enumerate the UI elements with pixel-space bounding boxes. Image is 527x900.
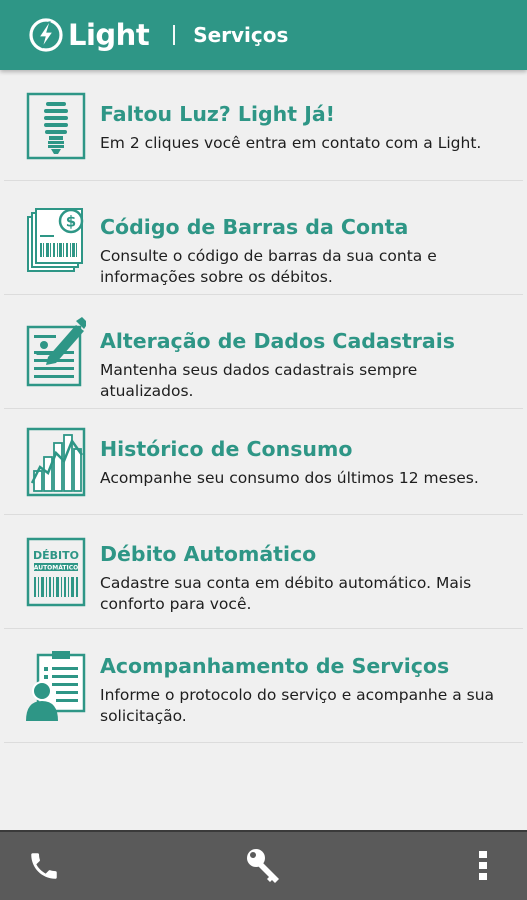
service-title: Código de Barras da Conta <box>100 215 409 239</box>
service-description: Em 2 cliques você entra em contato com a… <box>100 134 482 152</box>
service-item-historico-consumo[interactable]: Histórico de Consumo Acompanhe seu consu… <box>4 409 523 515</box>
overflow-menu-icon <box>479 851 487 880</box>
service-description: Informe o protocolo do serviço e acompan… <box>100 686 495 725</box>
auto-debit-icon: DÉBITO AUTOMÁTICO <box>26 537 86 607</box>
service-title: Acompanhamento de Serviços <box>100 654 450 678</box>
brand-name: Light <box>68 18 150 52</box>
bar-chart-icon <box>26 427 86 497</box>
edit-form-icon <box>26 317 86 387</box>
barcode-bill-icon: $ <box>27 208 84 272</box>
brand-logo: Light <box>28 15 150 55</box>
service-text: Faltou Luz? Light Já! Em 2 cliques você … <box>100 70 493 154</box>
lightbulb-icon <box>26 92 86 160</box>
service-text: Código de Barras da Conta Consulte o cód… <box>100 181 523 288</box>
service-text: Débito Automático Cadastre sua conta em … <box>100 515 523 615</box>
service-item-debito-automatico[interactable]: DÉBITO AUTOMÁTICO Débito Automático Cada… <box>4 515 523 629</box>
service-description: Acompanhe seu consumo dos últimos 12 mes… <box>100 469 479 487</box>
clipboard-person-icon <box>26 651 86 721</box>
bottom-action-bar <box>0 830 527 900</box>
phone-icon <box>31 853 57 879</box>
service-title: Alteração de Dados Cadastrais <box>100 329 455 353</box>
app-screen: Light Serviços Faltou Luz? Light Já! Em … <box>0 0 527 900</box>
service-item-faltou-luz[interactable]: Faltou Luz? Light Já! Em 2 cliques você … <box>4 70 523 181</box>
service-text: Histórico de Consumo Acompanhe seu consu… <box>100 409 491 489</box>
service-item-acompanhamento[interactable]: Acompanhamento de Serviços Informe o pro… <box>4 629 523 743</box>
lightning-logo-icon <box>29 18 63 52</box>
call-button[interactable] <box>0 831 88 900</box>
page-title: Serviços <box>193 23 289 47</box>
service-item-codigo-barras[interactable]: $ Código de Barras da Conta Consulte o c… <box>4 181 523 295</box>
service-title: Débito Automático <box>100 542 317 566</box>
icon-text-bottom: AUTOMÁTICO <box>34 565 79 572</box>
icon-text-top: DÉBITO <box>33 549 79 562</box>
service-title: Faltou Luz? Light Já! <box>100 102 335 126</box>
login-key-button[interactable] <box>220 831 308 900</box>
svg-text:$: $ <box>66 213 76 231</box>
service-description: Consulte o código de barras da sua conta… <box>100 247 437 286</box>
overflow-menu-button[interactable] <box>439 831 527 900</box>
app-header: Light Serviços <box>0 0 527 70</box>
header-separator <box>173 25 176 45</box>
service-text: Alteração de Dados Cadastrais Mantenha s… <box>100 295 523 402</box>
service-text: Acompanhamento de Serviços Informe o pro… <box>100 629 523 727</box>
service-description: Mantenha seus dados cadastrais sempre at… <box>100 361 418 400</box>
key-icon <box>246 849 279 883</box>
service-item-alteracao-dados[interactable]: Alteração de Dados Cadastrais Mantenha s… <box>4 295 523 409</box>
service-title: Histórico de Consumo <box>100 437 353 461</box>
service-description: Cadastre sua conta em débito automático.… <box>100 574 472 613</box>
services-list: Faltou Luz? Light Já! Em 2 cliques você … <box>0 70 527 743</box>
